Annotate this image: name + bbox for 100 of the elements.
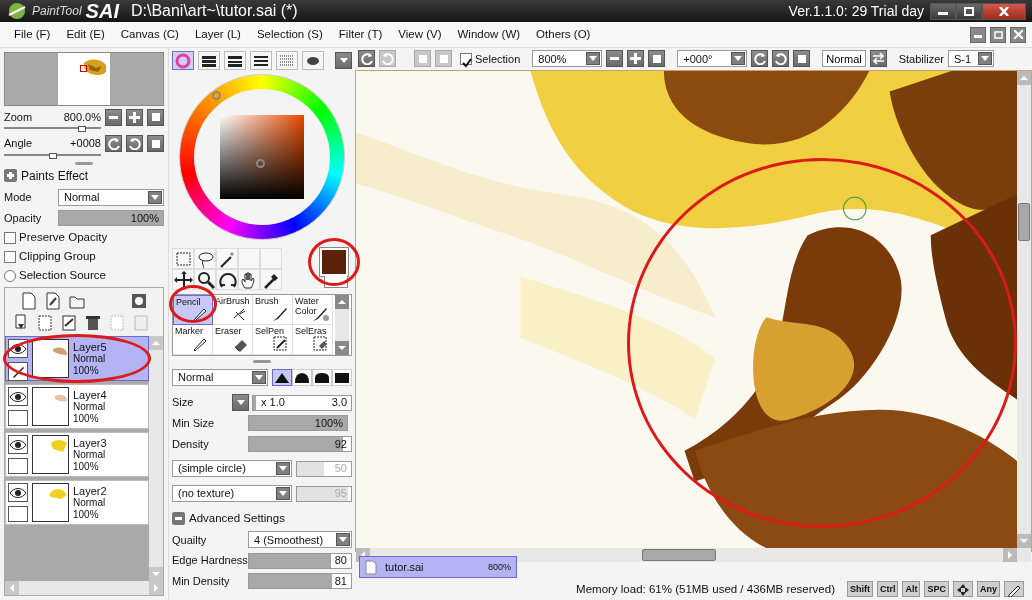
close-button[interactable] xyxy=(982,2,1026,20)
slider-track[interactable] xyxy=(4,127,101,130)
scroll-up-icon[interactable] xyxy=(335,295,349,309)
scroll-down-icon[interactable] xyxy=(335,341,349,355)
caret-button[interactable] xyxy=(148,190,162,204)
menu-item[interactable]: View (V) xyxy=(390,25,450,44)
zoom-in-button[interactable] xyxy=(126,108,143,126)
zoom-dropdown[interactable]: 800% xyxy=(532,50,603,68)
layer-row[interactable]: Layer2 Normal 100% xyxy=(5,480,149,526)
quality-dropdown[interactable]: 4 (Smoothest) xyxy=(248,531,352,549)
reset-angle-button[interactable] xyxy=(793,50,811,68)
size-slider[interactable]: x 1.0 3.0 xyxy=(252,394,352,411)
min-size-slider[interactable]: 100% xyxy=(248,415,348,432)
caret-button[interactable] xyxy=(276,462,290,475)
rotate-left-button[interactable] xyxy=(105,135,122,153)
opacity-slider[interactable]: 100% xyxy=(58,210,164,226)
selection-checkbox[interactable]: Selection xyxy=(460,50,521,68)
color-marker[interactable] xyxy=(256,159,265,168)
scrollbar[interactable] xyxy=(335,295,349,355)
checkbox-option[interactable]: Preserve Opacity xyxy=(4,230,164,246)
new-layer-icon[interactable] xyxy=(45,292,61,311)
panel-menu-button[interactable] xyxy=(335,52,352,69)
visibility-toggle[interactable] xyxy=(8,387,28,407)
hue-marker[interactable] xyxy=(212,91,221,100)
brush-tool[interactable]: Pencil xyxy=(173,295,213,325)
reset-zoom-button[interactable] xyxy=(648,50,666,68)
rotate-right-button[interactable] xyxy=(772,50,790,68)
radio-button[interactable] xyxy=(4,269,16,282)
brush-shape-button[interactable] xyxy=(292,369,312,386)
splitter-handle[interactable] xyxy=(75,161,93,165)
menu-item[interactable]: Selection (S) xyxy=(248,25,331,44)
blend-mode-dropdown[interactable]: Normal xyxy=(172,369,268,386)
menu-item[interactable]: Canvas (C) xyxy=(112,25,187,44)
checkbox-option[interactable]: Clipping Group xyxy=(4,249,164,265)
brush-tool[interactable]: SelEras xyxy=(293,325,333,355)
panel-tab[interactable] xyxy=(302,51,324,70)
paint-target-toggle[interactable] xyxy=(8,506,28,523)
new-layer-icon[interactable] xyxy=(21,292,37,311)
stabilizer-dropdown[interactable]: S-1 xyxy=(947,50,994,68)
expand-icon[interactable] xyxy=(4,169,17,183)
brush-shape-button[interactable] xyxy=(272,369,292,386)
mask-icon[interactable] xyxy=(131,292,147,311)
menu-item[interactable]: Others (O) xyxy=(528,25,599,44)
edge-hardness-slider[interactable]: 80 xyxy=(248,552,352,569)
caret-button[interactable] xyxy=(252,371,266,384)
brush-tool[interactable]: Brush xyxy=(253,295,293,325)
color-square[interactable] xyxy=(220,115,304,199)
scrollbar[interactable] xyxy=(1017,70,1031,548)
flip-button[interactable] xyxy=(869,50,887,68)
maximize-button[interactable] xyxy=(990,26,1006,43)
panel-tab[interactable] xyxy=(250,51,272,70)
document-tab[interactable]: tutor.sai 800% xyxy=(359,556,517,579)
panel-tab[interactable] xyxy=(198,51,220,70)
rotate-right-button[interactable] xyxy=(126,135,143,153)
layer-row[interactable]: Layer3 Normal 100% xyxy=(5,432,149,478)
checkbox[interactable] xyxy=(4,250,16,263)
layer-row[interactable]: Layer4 Normal 100% xyxy=(5,384,149,430)
reset-angle-button[interactable] xyxy=(147,135,164,153)
brush-tool[interactable]: SelPen xyxy=(253,325,293,355)
collapse-icon[interactable] xyxy=(172,512,185,526)
reset-zoom-button[interactable] xyxy=(147,108,164,126)
checkbox[interactable] xyxy=(4,231,16,244)
slider-track[interactable] xyxy=(4,153,101,156)
tool-button[interactable] xyxy=(172,269,194,290)
minimize-button[interactable] xyxy=(930,2,956,20)
close-button[interactable] xyxy=(1010,26,1026,43)
scroll-thumb[interactable] xyxy=(642,548,716,561)
visibility-toggle[interactable] xyxy=(8,483,28,503)
menu-item[interactable]: Window (W) xyxy=(449,25,529,44)
menu-item[interactable]: Filter (T) xyxy=(330,25,391,44)
visibility-toggle[interactable] xyxy=(8,435,28,455)
slider-thumb[interactable] xyxy=(77,126,86,133)
caret-button[interactable] xyxy=(276,487,290,500)
undo-button[interactable] xyxy=(358,50,375,68)
minimize-button[interactable] xyxy=(970,26,986,43)
layer-row[interactable]: Layer5 Normal 100% xyxy=(5,336,149,382)
brush-tool[interactable]: Marker xyxy=(173,325,213,355)
slider-thumb[interactable] xyxy=(48,152,57,159)
splitter-handle[interactable] xyxy=(253,360,271,363)
edit-layer-icon[interactable] xyxy=(61,314,77,333)
rotate-left-button[interactable] xyxy=(751,50,769,68)
paint-target-toggle[interactable] xyxy=(8,410,28,427)
trash-icon[interactable] xyxy=(85,314,101,333)
paint-target-toggle[interactable] xyxy=(8,458,28,475)
radio-option[interactable]: Selection Source xyxy=(4,268,164,284)
panel-tab[interactable] xyxy=(224,51,246,70)
menu-item[interactable]: File (F) xyxy=(6,25,59,44)
visibility-toggle[interactable] xyxy=(8,339,28,359)
caret-button[interactable] xyxy=(586,52,601,66)
menu-item[interactable]: Layer (L) xyxy=(186,25,249,44)
blend-mode-button[interactable]: Normal xyxy=(822,50,866,68)
angle-dropdown[interactable]: +000° xyxy=(677,50,748,68)
brush-shape-button[interactable] xyxy=(332,369,352,386)
zoom-out-button[interactable] xyxy=(606,50,624,68)
brush-tool[interactable]: Water Color xyxy=(293,295,333,325)
brush-tool[interactable]: AirBrush xyxy=(213,295,253,325)
navigator-preview[interactable] xyxy=(4,52,164,106)
scroll-thumb[interactable] xyxy=(1018,202,1030,241)
caret-button[interactable] xyxy=(336,533,350,547)
caret-button[interactable] xyxy=(731,52,746,66)
